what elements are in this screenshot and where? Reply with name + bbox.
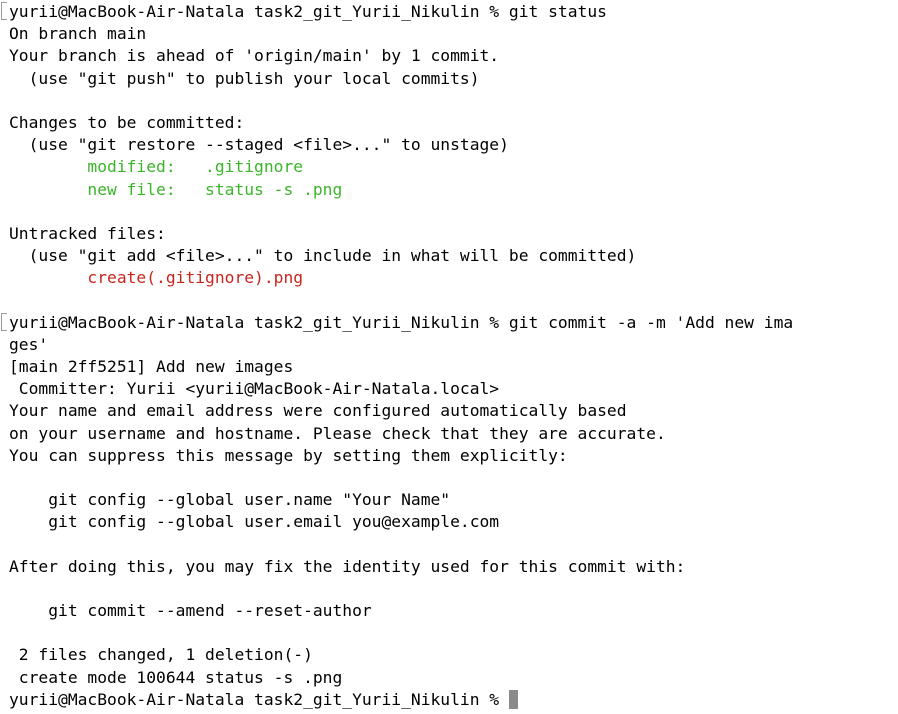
line-text: You can suppress this message by setting… xyxy=(9,445,568,465)
line-text: Your name and email address were configu… xyxy=(9,401,627,421)
line-text: 2 files changed, 1 deletion(-) xyxy=(9,645,313,665)
terminal-line: new file: status -s .png xyxy=(0,179,898,201)
line-text: (use "git add <file>..." to include in w… xyxy=(9,246,637,266)
terminal-line: On branch main xyxy=(0,23,898,45)
line-text: git config --global user.email you@examp… xyxy=(9,512,500,532)
line-text: Changes to be committed: xyxy=(9,112,245,132)
line-text: yurii@MacBook-Air-Natala task2_git_Yurii… xyxy=(9,2,607,21)
terminal-line: (use "git add <file>..." to include in w… xyxy=(0,245,898,267)
terminal-line: modified: .gitignore xyxy=(0,156,898,178)
block-cursor-icon[interactable] xyxy=(508,689,518,709)
line-text: git config --global user.name "Your Name… xyxy=(9,490,451,510)
terminal-line: create mode 100644 status -s .png xyxy=(0,667,898,689)
line-text: [main 2ff5251] Add new images xyxy=(9,357,294,376)
line-text: create(.gitignore).png xyxy=(9,268,304,288)
line-text: create mode 100644 status -s .png xyxy=(9,667,343,687)
line-text: modified: .gitignore xyxy=(9,157,304,177)
prompt-line: yurii@MacBook-Air-Natala task2_git_Yurii… xyxy=(0,689,898,711)
terminal-line: After doing this, you may fix the identi… xyxy=(0,556,898,578)
line-text: Untracked files: xyxy=(9,223,166,243)
terminal-line: yurii@MacBook-Air-Natala task2_git_Yurii… xyxy=(0,312,898,334)
terminal-line: Committer: Yurii <yurii@MacBook-Air-Nata… xyxy=(0,378,898,400)
prompt-mark-icon xyxy=(1,312,7,331)
terminal-line: git commit --amend --reset-author xyxy=(0,600,898,622)
line-text: yurii@MacBook-Air-Natala task2_git_Yurii… xyxy=(9,689,509,709)
terminal-window[interactable]: yurii@MacBook-Air-Natala task2_git_Yurii… xyxy=(0,0,898,714)
line-text: (use "git restore --staged <file>..." to… xyxy=(9,135,509,155)
terminal-line: git config --global user.email you@examp… xyxy=(0,511,898,533)
terminal-line: (use "git push" to publish your local co… xyxy=(0,68,898,90)
terminal-line: Your name and email address were configu… xyxy=(0,400,898,422)
terminal-line: ges' xyxy=(0,334,898,356)
terminal-line: create(.gitignore).png xyxy=(0,267,898,289)
terminal-line: Untracked files: xyxy=(0,223,898,245)
terminal-line: [main 2ff5251] Add new images xyxy=(0,356,898,378)
line-text: new file: status -s .png xyxy=(9,179,343,199)
line-text: Committer: Yurii <yurii@MacBook-Air-Nata… xyxy=(9,379,500,399)
line-text: git commit --amend --reset-author xyxy=(9,601,372,621)
terminal-line: 2 files changed, 1 deletion(-) xyxy=(0,644,898,666)
line-text: yurii@MacBook-Air-Natala task2_git_Yurii… xyxy=(9,312,794,332)
terminal-line: Your branch is ahead of 'origin/main' by… xyxy=(0,45,898,67)
terminal-line: Changes to be committed: xyxy=(0,112,898,134)
prompt-mark-icon xyxy=(1,2,7,20)
line-text: on your username and hostname. Please ch… xyxy=(9,423,666,443)
line-text: On branch main xyxy=(9,24,147,44)
terminal-line: (use "git restore --staged <file>..." to… xyxy=(0,134,898,156)
terminal-line: on your username and hostname. Please ch… xyxy=(0,423,898,445)
terminal-line: yurii@MacBook-Air-Natala task2_git_Yurii… xyxy=(0,1,898,23)
line-text: (use "git push" to publish your local co… xyxy=(9,68,480,88)
line-text: Your branch is ahead of 'origin/main' by… xyxy=(9,46,500,66)
terminal-line: You can suppress this message by setting… xyxy=(0,445,898,467)
terminal-output: yurii@MacBook-Air-Natala task2_git_Yurii… xyxy=(0,1,898,711)
terminal-line: git config --global user.name "Your Name… xyxy=(0,489,898,511)
line-text: ges' xyxy=(9,334,49,354)
line-text: After doing this, you may fix the identi… xyxy=(9,556,686,576)
